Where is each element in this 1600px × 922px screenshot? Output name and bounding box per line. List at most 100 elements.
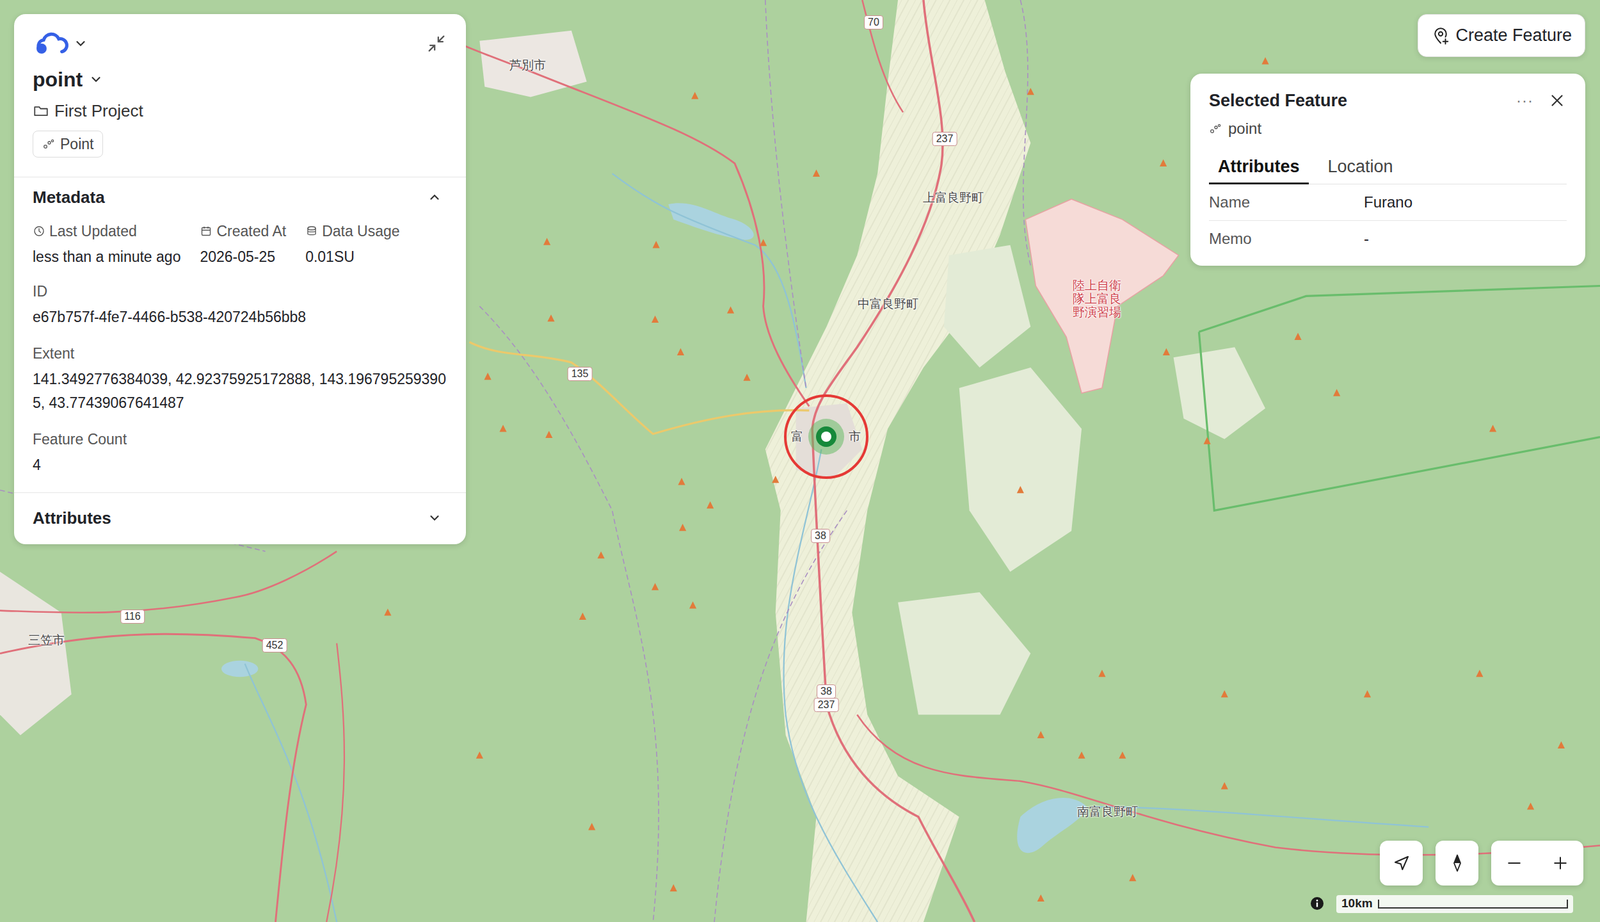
route-badge: 135 <box>567 366 593 381</box>
peak-icon <box>1294 332 1302 340</box>
peak-icon <box>547 314 555 322</box>
peak-icon <box>679 523 687 531</box>
place-label: 南富良野町 <box>1077 803 1138 820</box>
plus-icon <box>1550 853 1570 873</box>
place-label: 上富良野町 <box>922 189 984 207</box>
peak-icon <box>1489 424 1497 432</box>
peak-icon <box>543 238 551 246</box>
selected-pin-icon[interactable] <box>781 391 872 482</box>
peak-icon <box>499 424 507 432</box>
peak-icon <box>588 822 596 830</box>
peak-icon <box>759 238 767 246</box>
peak-icon <box>1037 730 1045 738</box>
chevron-down-icon <box>88 72 104 87</box>
more-menu-button[interactable]: ··· <box>1516 91 1534 110</box>
create-feature-button[interactable]: Create Feature <box>1417 14 1586 57</box>
peak-icon <box>1162 348 1170 356</box>
chevron-down-icon <box>73 36 88 51</box>
scale-bar: 10km <box>1336 894 1574 913</box>
clock-icon <box>32 224 46 238</box>
route-badge: 38 <box>816 684 836 699</box>
metadata-field: Extent 141.3492776384039, 42.92375925172… <box>32 343 457 415</box>
metadata-field: ID e67b757f-4fe7-4466-b538-420724b56bb8 <box>32 280 457 329</box>
metadata-header[interactable]: Metadata <box>14 177 466 217</box>
locate-button[interactable] <box>1379 840 1423 886</box>
chevron-icon <box>427 190 442 205</box>
route-badge: 116 <box>120 609 145 624</box>
calendar-icon <box>199 224 213 238</box>
peak-icon <box>1221 782 1229 790</box>
peak-icon <box>677 477 685 485</box>
route-badge: 237 <box>932 131 958 146</box>
peak-icon <box>1203 437 1211 445</box>
peak-icon <box>743 373 751 381</box>
feature-layer: point <box>1208 118 1567 139</box>
metadata-stat: Created At 2026-05-25 <box>199 220 287 267</box>
zoom-out-button[interactable] <box>1491 840 1538 886</box>
peak-icon <box>1016 485 1024 493</box>
place-label: 陸上自衛隊上富良野演習場 <box>1072 279 1122 320</box>
compass-button[interactable] <box>1435 840 1479 886</box>
peak-icon <box>1333 389 1341 397</box>
chevron-icon <box>427 510 442 525</box>
peak-icon <box>1261 56 1269 64</box>
close-icon[interactable] <box>1547 90 1567 111</box>
layer-selector[interactable]: point <box>32 66 104 93</box>
peak-icon <box>677 348 685 356</box>
route-badge: 38 <box>810 528 831 543</box>
pin-plus-icon <box>1431 26 1451 46</box>
peak-icon <box>670 883 678 891</box>
collapse-icon[interactable] <box>425 32 448 55</box>
route-badge: 237 <box>814 697 840 712</box>
panel-title: Selected Feature <box>1208 88 1348 112</box>
peak-icon <box>651 583 659 591</box>
project-name: First Project <box>54 99 144 122</box>
place-label: 三笠市 <box>28 631 65 649</box>
peak-icon <box>1557 741 1565 749</box>
peak-icon <box>1159 159 1167 167</box>
peak-icon <box>384 608 392 616</box>
info-icon[interactable] <box>1310 896 1325 911</box>
attributes-header[interactable]: Attributes <box>14 492 466 544</box>
geometry-chip: Point <box>32 130 104 158</box>
place-label: 中富良野町 <box>857 295 919 313</box>
tab[interactable]: Attributes <box>1208 151 1309 185</box>
selected-feature-panel: Selected Feature ··· point Attributes Loc… <box>1190 73 1586 266</box>
peak-icon <box>597 551 605 559</box>
project-link[interactable]: First Project <box>32 99 144 122</box>
zoom-in-button[interactable] <box>1537 840 1584 886</box>
peak-icon <box>1527 801 1535 809</box>
peak-icon <box>771 475 779 483</box>
peak-icon <box>545 430 553 438</box>
peak-icon <box>651 315 659 323</box>
metadata-field: Feature Count 4 <box>32 428 457 477</box>
navigation-icon <box>1392 853 1412 873</box>
tab-bar: Attributes Location <box>1208 151 1567 185</box>
points-icon <box>42 137 56 151</box>
place-label: 市 <box>848 428 861 445</box>
attribute-row: Name Furano <box>1208 184 1567 221</box>
metadata-stat: Last Updated less than a minute ago <box>32 220 181 267</box>
zoom-control <box>1491 840 1584 886</box>
metadata-body: Last Updated less than a minute ago Crea… <box>14 216 466 493</box>
place-label: 富 <box>791 428 804 445</box>
map[interactable]: 芦別市上富良野町中富良野町富市陸上自衛隊上富良野演習場南富良野町三笠市 7023… <box>0 0 1600 922</box>
peak-icon <box>812 169 820 177</box>
folder-icon <box>32 102 50 120</box>
app-switcher[interactable] <box>32 31 88 56</box>
attribute-row: Memo - <box>1208 220 1567 257</box>
peak-icon <box>1037 894 1045 902</box>
minus-icon <box>1504 853 1524 873</box>
compass-icon <box>1447 853 1467 873</box>
peak-icon <box>1363 689 1371 697</box>
points-icon <box>1208 122 1222 136</box>
layer-name: point <box>32 66 83 93</box>
peak-icon <box>1118 751 1126 759</box>
cloud-logo-icon <box>32 31 70 56</box>
tab[interactable]: Location <box>1319 151 1403 185</box>
route-badge: 452 <box>262 638 288 653</box>
peak-icon <box>689 600 697 608</box>
place-label: 芦別市 <box>509 56 546 74</box>
peak-icon <box>1098 669 1106 677</box>
scale-line <box>1377 899 1568 909</box>
